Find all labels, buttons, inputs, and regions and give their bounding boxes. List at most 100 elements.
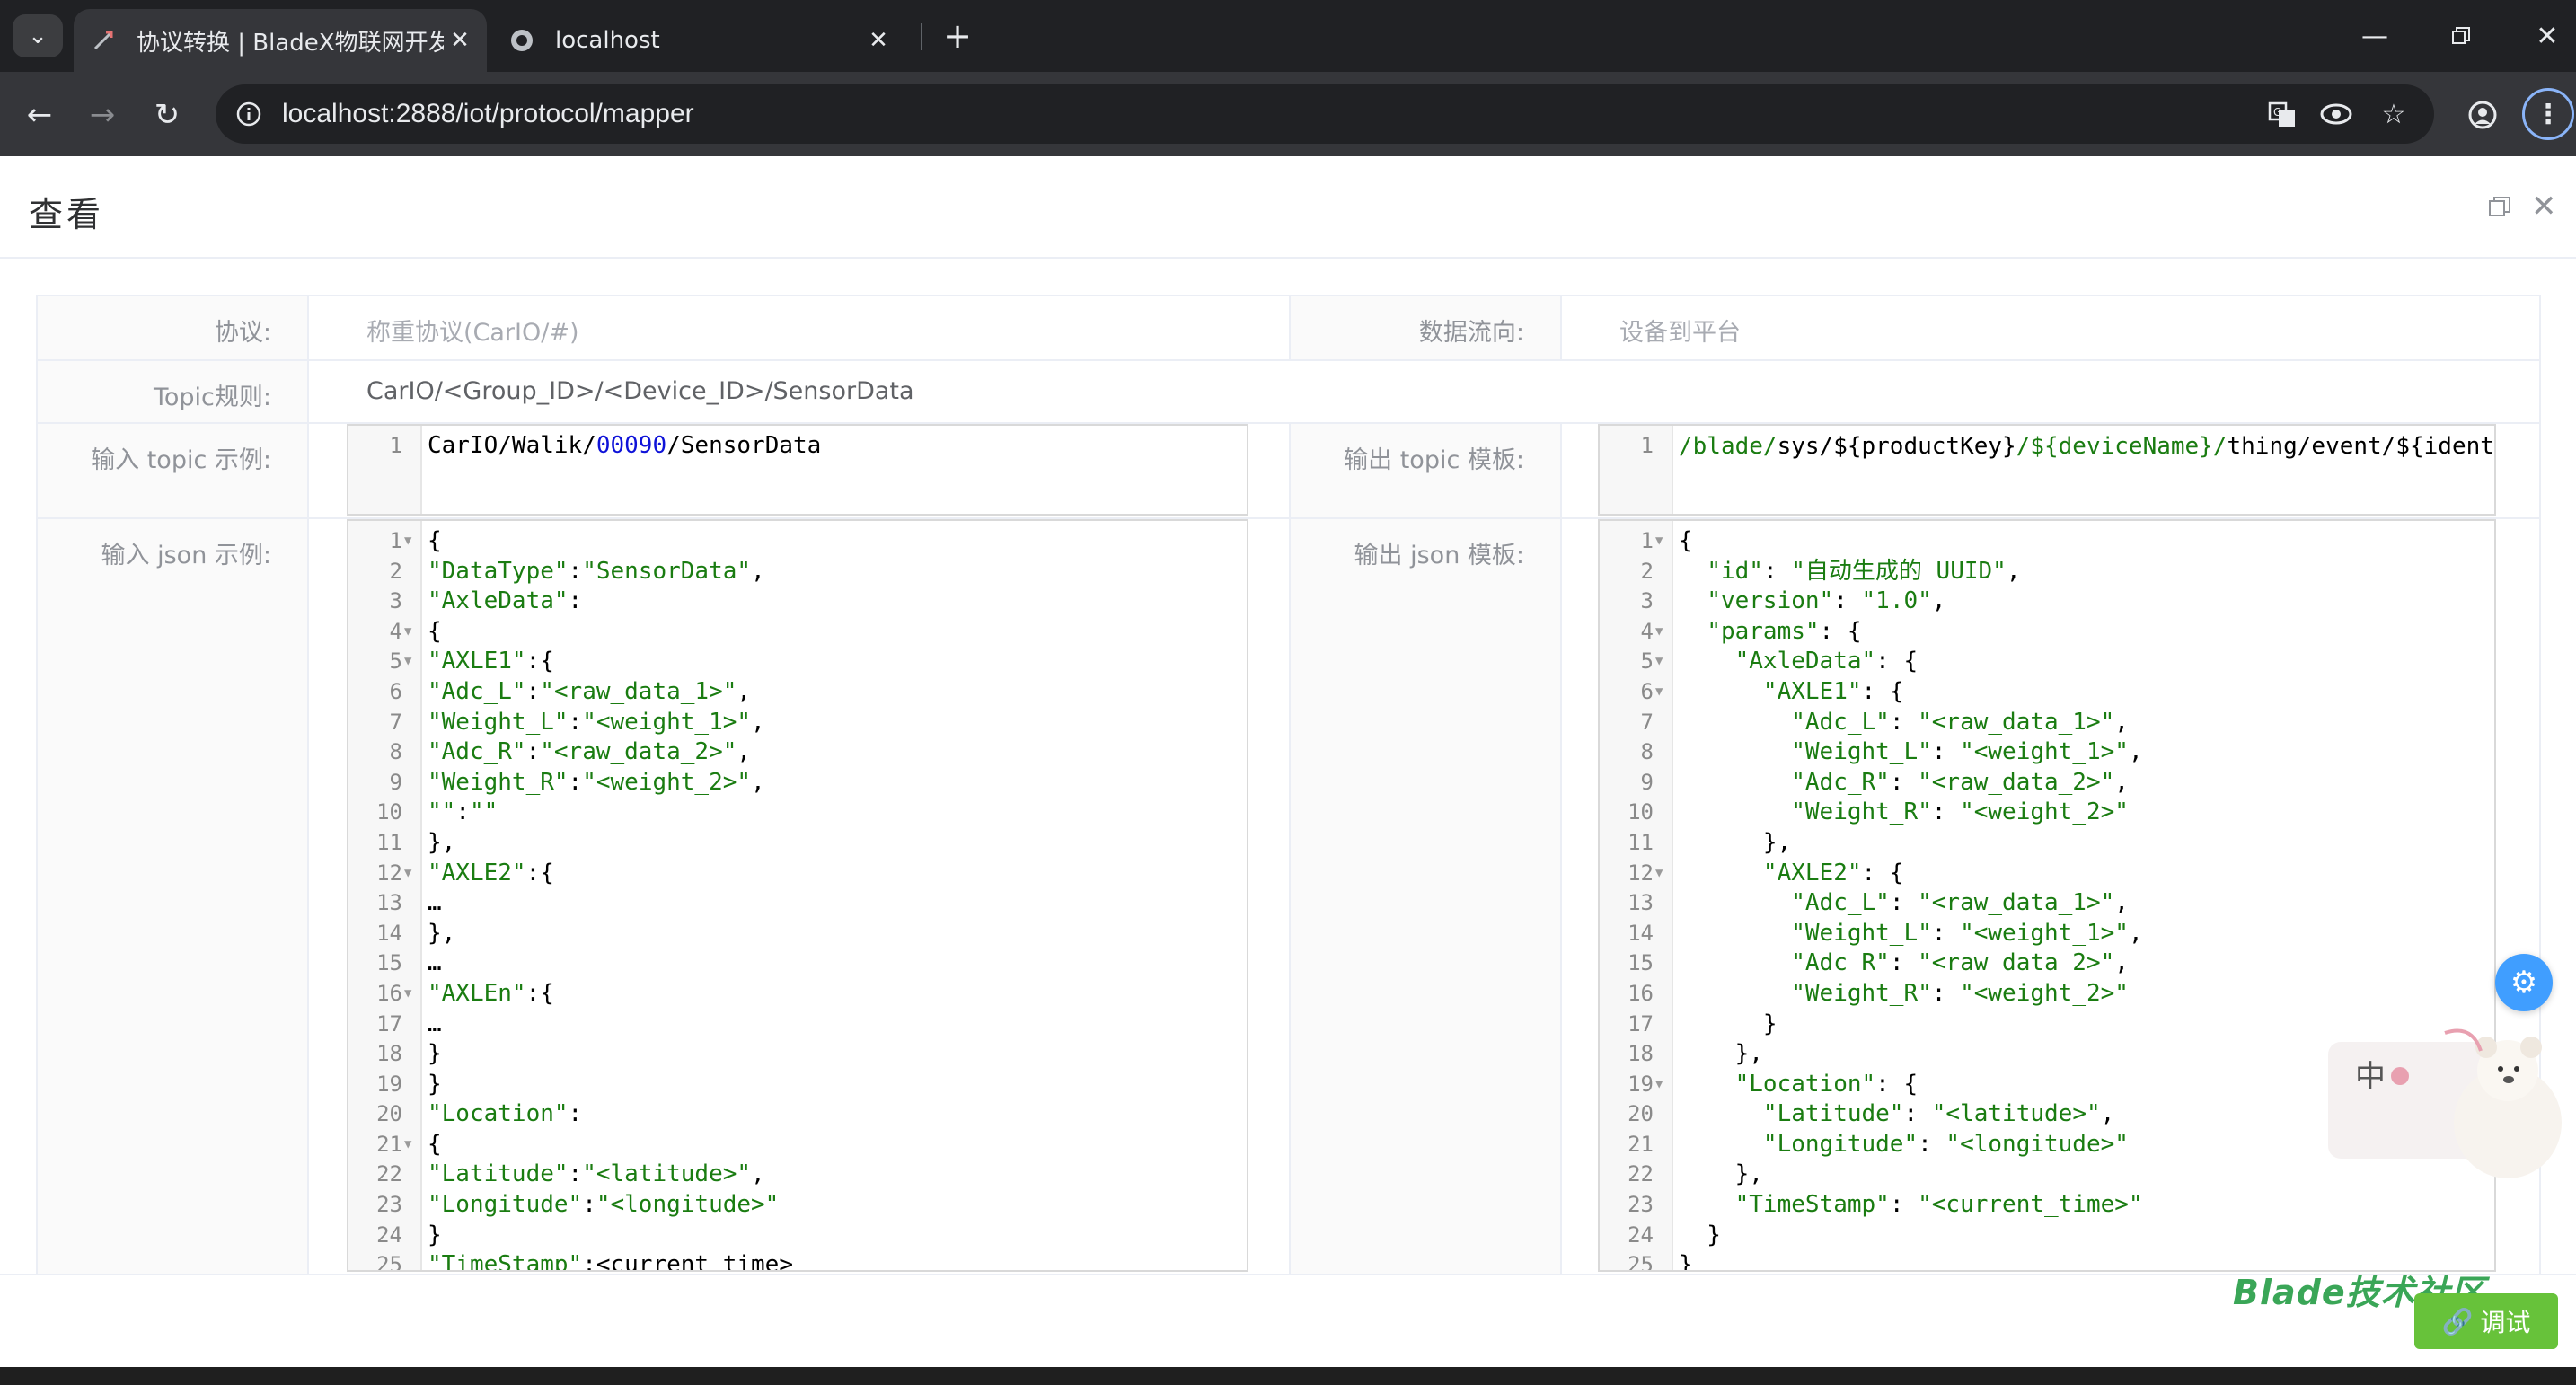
code-text: { [1679,527,1693,554]
code-line: 6 "Adc_L":"<raw_data_1>", [348,677,1247,708]
code-text: "AXLEn":{ [428,979,554,1007]
code-text: "Adc_L": "<raw_data_1>", [1791,708,2129,736]
code-line: 10 "Weight_R": "<weight_2>" [1600,798,2494,828]
translate-icon[interactable]: G [2263,95,2301,133]
code-line: 14}, [348,919,1247,949]
code-text: { [428,617,442,645]
code-line: 10 "":"" [348,798,1247,828]
line-number: 2 [389,558,402,584]
code-line: 4 ▼ "params": { [1600,617,2494,648]
fold-arrow-icon[interactable]: ▼ [404,979,411,1010]
input-topic-editor[interactable]: 1 CarIO/Walik/00090/SensorData [347,424,1248,516]
tab-inactive[interactable]: localhost ✕ [492,9,905,72]
code-line: 16 "Weight_R": "<weight_2>" [1600,979,2494,1010]
tab-search-icon[interactable]: ⌄ [13,14,63,57]
fold-arrow-icon[interactable]: ▼ [404,1130,411,1160]
code-text: … [428,949,442,977]
close-icon[interactable]: ✕ [444,27,476,54]
code-line: 16 ▼ "AXLEn":{ [348,979,1247,1010]
minimize-icon[interactable]: — [2332,0,2418,72]
code-text: "version": "1.0", [1707,587,1946,615]
fold-arrow-icon[interactable]: ▼ [1655,526,1663,557]
code-text: { [428,527,442,554]
url-text[interactable]: localhost:2888/iot/protocol/mapper [282,84,694,144]
tab-strip: ⌄ 协议转换 | BladeX物联网开发平台 ✕ localhost ✕ + —… [0,0,2576,72]
line-number: 9 [389,769,402,795]
line-number: 12 [1628,860,1654,886]
code-text: "AXLE2": { [1762,859,1904,887]
fold-arrow-icon[interactable]: ▼ [404,526,411,557]
back-icon[interactable]: ← [16,92,63,138]
code-text: "DataType":"SensorData", [428,557,765,585]
line-number: 7 [1640,709,1654,735]
code-text: "params": { [1707,617,1862,645]
dialog-close-icon[interactable]: ✕ [2531,189,2557,225]
star-icon[interactable]: ☆ [2375,95,2413,133]
code-text: "id": "自动生成的 UUID", [1707,557,2021,585]
line-number: 17 [1628,1010,1654,1037]
code-text: "":"" [428,798,498,826]
reload-icon[interactable]: ↻ [144,92,190,138]
maximize-icon[interactable] [2488,196,2511,219]
fold-arrow-icon[interactable]: ▼ [1655,677,1663,708]
code-line: 12 ▼ "AXLE2":{ [348,859,1247,889]
restore-icon[interactable] [2418,0,2504,72]
code-line: 15… [348,948,1247,979]
code-line: 11 }, [1600,828,2494,859]
code-line: 12 ▼ "AXLE2": { [1600,859,2494,889]
input-json-editor[interactable]: 1 ▼{2 "DataType":"SensorData", 3 "AxleData":… [347,519,1248,1272]
code-text: "Weight_L": "<weight_1>", [1791,919,2143,947]
code-line: 4 ▼ { [348,617,1247,648]
output-json-label: 输出 json 模板: [1289,517,1562,1277]
output-topic-editor[interactable]: 1/blade/sys/${productKey}/${deviceName}/… [1598,424,2496,516]
forward-icon[interactable]: → [79,92,126,138]
code-line: 24 } [1600,1221,2494,1251]
code-text: "AxleData": { [1734,648,1919,675]
code-text: "Latitude":"<latitude>", [428,1160,765,1188]
code-line: 5 ▼ "AXLE1":{ [348,647,1247,677]
eye-icon[interactable] [2317,95,2355,133]
line-number: 16 [1628,980,1654,1006]
code-line: 20 "Location": [348,1099,1247,1130]
settings-gear-icon[interactable]: ⚙ [2495,954,2553,1011]
line-number: 20 [376,1101,402,1127]
line-number: 11 [376,829,402,855]
dialog-header: 查看 ✕ [0,156,2576,259]
code-text: "Adc_R": "<raw_data_2>", [1791,949,2129,977]
fold-arrow-icon[interactable]: ▼ [1655,647,1663,677]
code-line: 7 "Adc_L": "<raw_data_1>", [1600,708,2494,738]
line-number: 22 [376,1161,402,1187]
fold-arrow-icon[interactable]: ▼ [1655,859,1663,889]
fold-arrow-icon[interactable]: ▼ [1655,1070,1663,1100]
line-number: 15 [1628,950,1654,976]
profile-icon[interactable] [2459,92,2506,138]
code-text: "AXLE1":{ [428,648,554,675]
code-text: "Weight_L": "<weight_1>", [1791,738,2143,766]
code-text: "Adc_L":"<raw_data_1>", [428,677,752,705]
fold-arrow-icon[interactable]: ▼ [404,859,411,889]
link-icon: 🔗 [2441,1306,2474,1336]
plus-icon[interactable]: + [934,13,981,59]
kebab-icon[interactable]: ⋮ [2522,88,2574,140]
tab-active[interactable]: 协议转换 | BladeX物联网开发平台 ✕ [74,9,487,72]
protocol-value: 称重协议(CarIO/#) [307,295,1291,361]
fold-arrow-icon[interactable]: ▼ [404,647,411,677]
code-line: 11}, [348,828,1247,859]
code-text: "Weight_R": "<weight_2>" [1791,979,2129,1007]
debug-button[interactable]: 🔗 调试 [2414,1293,2558,1349]
close-icon[interactable]: ✕ [862,27,895,54]
site-info-icon[interactable] [230,95,268,133]
line-number: 8 [1640,739,1654,765]
fold-arrow-icon[interactable]: ▼ [404,617,411,648]
fold-arrow-icon[interactable]: ▼ [1655,617,1663,648]
code-text: } [1679,1010,1778,1037]
line-number: 24 [1628,1222,1654,1248]
code-line: 18} [348,1039,1247,1070]
browser-toolbar: ← → ↻ localhost:2888/iot/protocol/mapper… [0,72,2576,156]
code-text: { [428,1130,442,1158]
close-window-icon[interactable]: ✕ [2504,0,2576,72]
line-number: 13 [376,890,402,916]
address-bar[interactable]: localhost:2888/iot/protocol/mapper G ☆ [216,84,2434,144]
code-text: … [428,889,442,917]
line-number: 25 [1628,1252,1654,1272]
